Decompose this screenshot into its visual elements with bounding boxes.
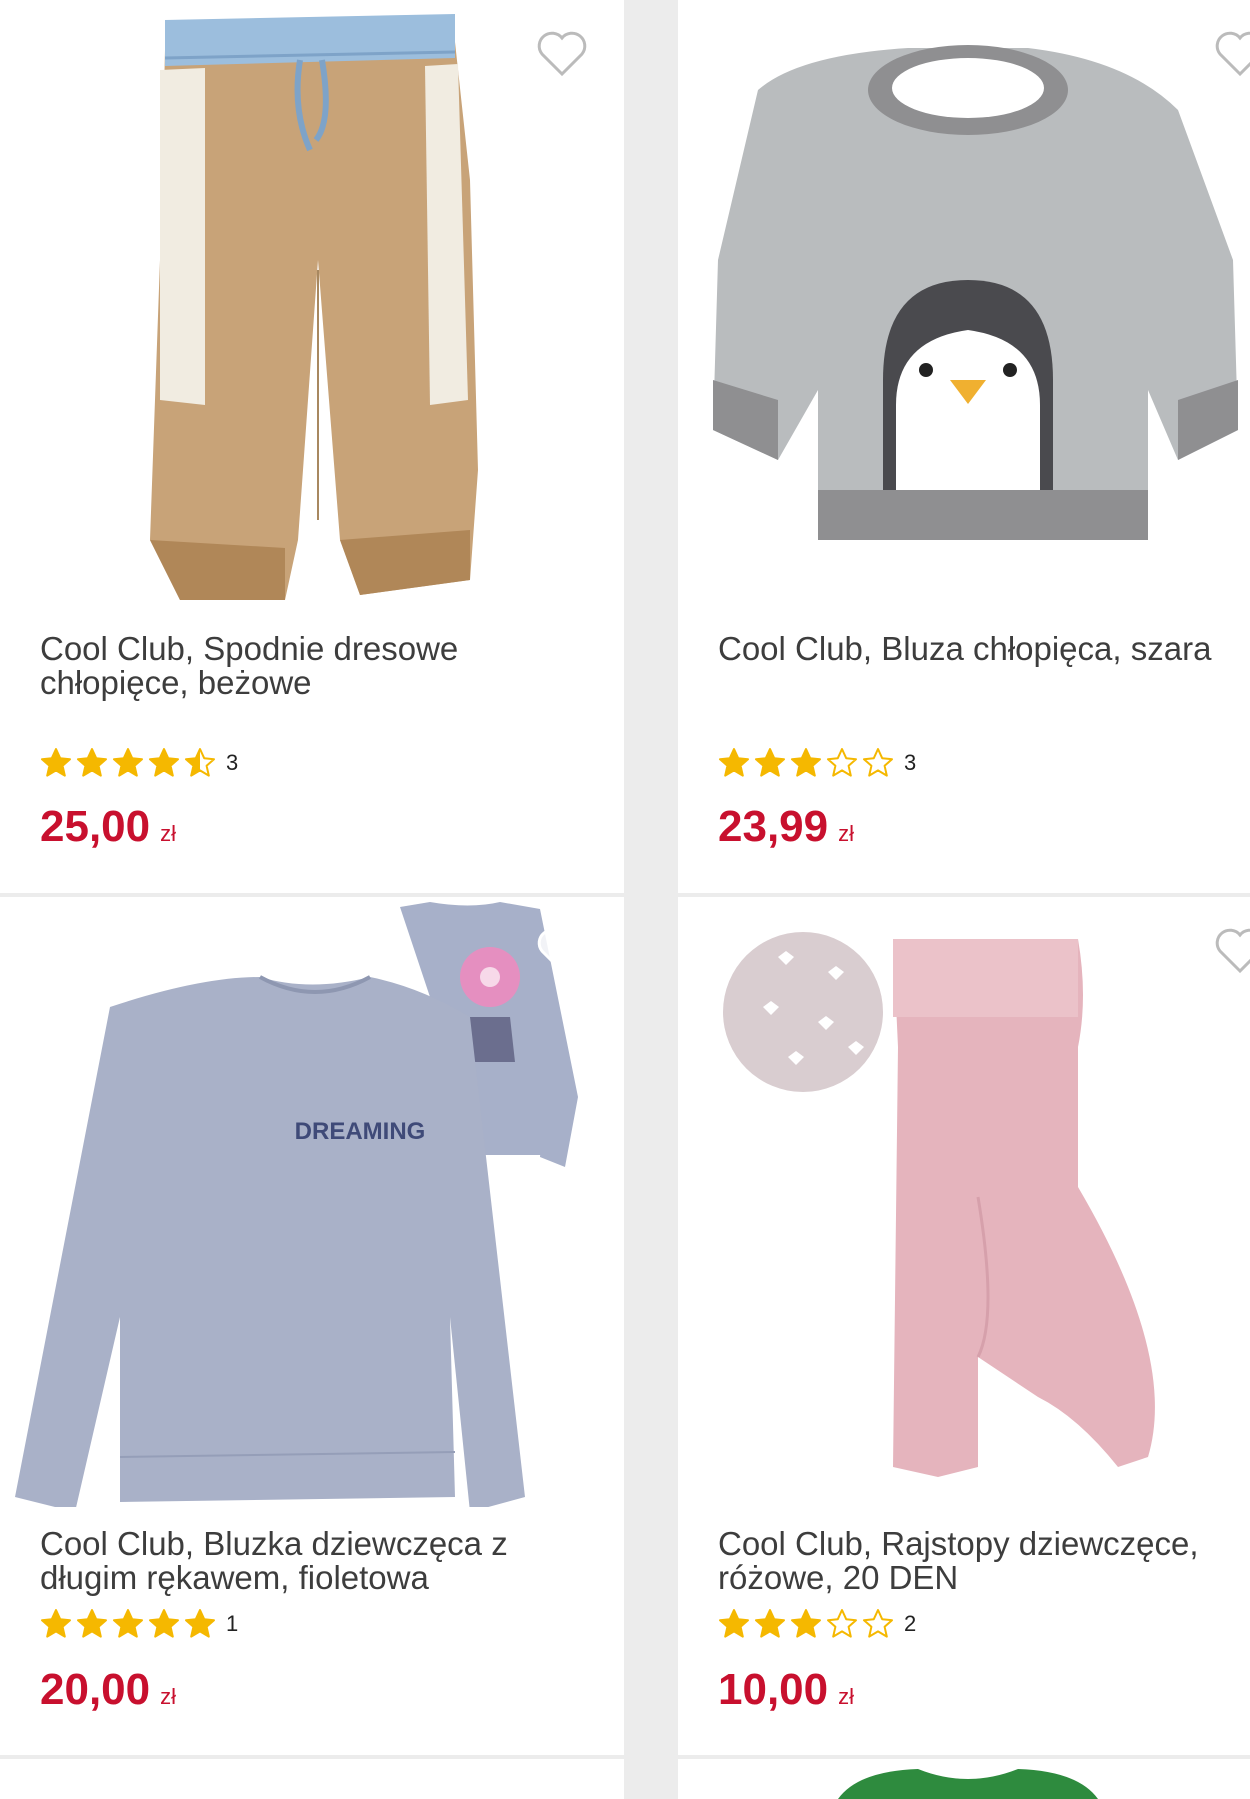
- product-card[interactable]: Cool Club, Bluza chłopięca, szara 3 23,9…: [678, 0, 1250, 893]
- star-filled-icon: [185, 1609, 215, 1638]
- rating-count: 1: [226, 1611, 239, 1636]
- price: 20,00 zł: [40, 1665, 176, 1715]
- rating-count: 3: [226, 750, 239, 775]
- price: 10,00 zł: [718, 1665, 854, 1715]
- product-card[interactable]: DREAMING Cool Club, Bluzka dziewczęca z …: [0, 897, 624, 1755]
- rating-count: 3: [904, 750, 917, 775]
- product-title[interactable]: Cool Club, Rajstopy dziewczęce, różowe, …: [718, 1527, 1250, 1595]
- heart-icon[interactable]: [534, 28, 590, 78]
- price-amount: 23,99: [718, 802, 829, 851]
- price: 23,99 zł: [718, 802, 854, 852]
- product-card[interactable]: [0, 1759, 624, 1799]
- star-filled-icon: [41, 1609, 71, 1638]
- heart-icon[interactable]: [534, 925, 590, 975]
- rating-stars: 3: [718, 746, 916, 780]
- star-filled-icon: [113, 1609, 143, 1638]
- price-amount: 25,00: [40, 802, 151, 851]
- product-title[interactable]: Cool Club, Spodnie dresowe chłopięce, be…: [40, 632, 580, 700]
- star-filled-icon: [755, 1609, 785, 1638]
- star-empty-icon: [863, 1609, 893, 1638]
- tights-image[interactable]: [678, 897, 1250, 1507]
- product-card[interactable]: [678, 1759, 1250, 1799]
- star-empty-icon: [827, 1609, 857, 1638]
- price-amount: 10,00: [718, 1665, 829, 1714]
- rating-stars: 3: [40, 746, 238, 780]
- star-empty-icon: [863, 748, 893, 777]
- price-currency: zł: [838, 821, 854, 846]
- heart-icon[interactable]: [1212, 28, 1250, 78]
- price-currency: zł: [160, 821, 176, 846]
- product-title[interactable]: Cool Club, Bluza chłopięca, szara: [718, 632, 1250, 666]
- star-filled-icon: [77, 748, 107, 777]
- print-text: DREAMING: [295, 1118, 426, 1145]
- star-filled-icon: [149, 1609, 179, 1638]
- product-card[interactable]: Cool Club, Spodnie dresowe chłopięce, be…: [0, 0, 624, 893]
- star-filled-icon: [719, 748, 749, 777]
- star-filled-icon: [791, 748, 821, 777]
- star-empty-icon: [827, 748, 857, 777]
- star-half-icon: [185, 748, 215, 777]
- heart-icon[interactable]: [1212, 925, 1250, 975]
- star-filled-icon: [113, 748, 143, 777]
- price-currency: zł: [160, 1684, 176, 1709]
- rating-stars: 1: [40, 1607, 238, 1641]
- rating-stars: 2: [718, 1607, 916, 1641]
- price: 25,00 zł: [40, 802, 176, 852]
- star-filled-icon: [755, 748, 785, 777]
- jogger-pants-image[interactable]: [0, 0, 624, 610]
- price-amount: 20,00: [40, 1665, 151, 1714]
- star-filled-icon: [149, 748, 179, 777]
- long-sleeve-top-image[interactable]: DREAMING: [0, 897, 624, 1507]
- star-filled-icon: [719, 1609, 749, 1638]
- star-filled-icon: [791, 1609, 821, 1638]
- rating-count: 2: [904, 1611, 917, 1636]
- product-card[interactable]: Cool Club, Rajstopy dziewczęce, różowe, …: [678, 897, 1250, 1755]
- star-filled-icon: [77, 1609, 107, 1638]
- product-image[interactable]: [678, 1759, 1250, 1799]
- star-filled-icon: [41, 748, 71, 777]
- penguin-sweatshirt-image[interactable]: [678, 0, 1250, 610]
- product-title[interactable]: Cool Club, Bluzka dziewczęca z długim rę…: [40, 1527, 580, 1595]
- price-currency: zł: [838, 1684, 854, 1709]
